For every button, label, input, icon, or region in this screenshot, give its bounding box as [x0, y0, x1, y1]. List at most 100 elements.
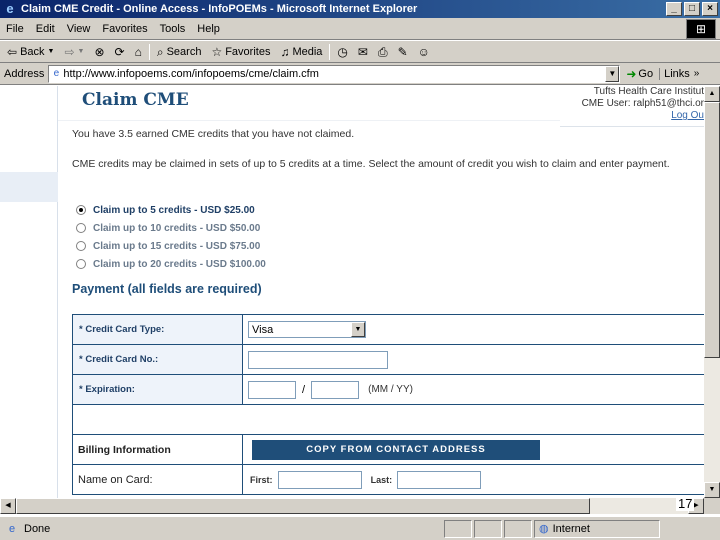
- option-label: Claim up to 20 credits - USD $100.00: [93, 258, 266, 270]
- scroll-left-button[interactable]: ◀: [0, 498, 16, 514]
- edit-button[interactable]: ✎: [393, 42, 413, 62]
- history-button[interactable]: ◷: [332, 42, 352, 62]
- option-5-credits[interactable]: Claim up to 5 credits - USD $25.00: [76, 201, 266, 219]
- menu-favorites[interactable]: Favorites: [96, 23, 153, 35]
- mail-button[interactable]: ✉: [353, 42, 373, 62]
- zone-label: Internet: [552, 522, 590, 535]
- page-icon: e: [53, 68, 60, 79]
- exp-year-input[interactable]: [311, 380, 360, 399]
- option-label: Claim up to 5 credits - USD $25.00: [93, 204, 255, 216]
- window-controls: _ □ ×: [666, 2, 718, 16]
- forward-arrow-icon: ⇨: [64, 44, 75, 59]
- option-20-credits[interactable]: Claim up to 20 credits - USD $100.00: [76, 255, 266, 273]
- menu-file[interactable]: File: [0, 23, 30, 35]
- option-10-credits[interactable]: Claim up to 10 credits - USD $50.00: [76, 219, 266, 237]
- option-label: Claim up to 15 credits - USD $75.00: [93, 240, 261, 252]
- billing-label: Billing Information: [72, 434, 243, 465]
- favorites-icon: ☆: [211, 44, 223, 59]
- card-number-input[interactable]: [248, 350, 388, 369]
- go-button[interactable]: ➜ Go: [620, 67, 659, 81]
- billing-cell: COPY FROM CONTACT ADDRESS: [242, 434, 704, 465]
- card-type-select[interactable]: Visa ▼: [248, 321, 366, 338]
- refresh-icon: ⟳: [114, 44, 125, 59]
- address-dropdown-button[interactable]: ▼: [605, 65, 620, 82]
- card-number-label: * Credit Card No.:: [72, 344, 243, 375]
- horizontal-scroll-thumb[interactable]: [16, 498, 590, 514]
- globe-icon: ◍: [539, 523, 549, 535]
- search-icon: ⌕: [156, 44, 164, 59]
- option-15-credits[interactable]: Claim up to 15 credits - USD $75.00: [76, 237, 266, 255]
- toolbar-separator: [329, 43, 331, 60]
- go-arrow-icon: ➜: [626, 66, 637, 81]
- logout-link[interactable]: Log Ou: [562, 110, 704, 122]
- maximize-button[interactable]: □: [684, 2, 700, 16]
- credit-options: Claim up to 5 credits - USD $25.00 Claim…: [76, 201, 266, 273]
- mail-icon: ✉: [357, 44, 368, 59]
- media-label: Media: [292, 45, 323, 58]
- exp-month-input[interactable]: [248, 380, 296, 399]
- edit-icon: ✎: [397, 44, 408, 59]
- radio-button[interactable]: [76, 205, 86, 215]
- home-icon: ⌂: [134, 44, 142, 59]
- copy-address-button[interactable]: COPY FROM CONTACT ADDRESS: [252, 439, 540, 460]
- menu-edit[interactable]: Edit: [30, 23, 61, 35]
- institution-box: Tufts Health Care Institut CME User: ral…: [562, 86, 704, 122]
- first-name-label: First:: [250, 474, 273, 485]
- radio-button[interactable]: [76, 241, 86, 251]
- card-type-label: * Credit Card Type:: [72, 314, 243, 345]
- card-type-value: Visa: [252, 323, 274, 336]
- left-nav-strip: [0, 86, 58, 498]
- first-name-input[interactable]: [277, 470, 362, 489]
- name-row: Name on Card: First: Last:: [72, 464, 704, 495]
- media-button[interactable]: ♫ Media: [275, 42, 327, 62]
- menu-view[interactable]: View: [61, 23, 97, 35]
- back-button[interactable]: ⇦ Back ▼: [2, 42, 59, 62]
- status-pane: [444, 519, 472, 538]
- address-input[interactable]: e http://www.infopoems.com/infopoems/cme…: [48, 64, 621, 83]
- minimize-button[interactable]: _: [666, 2, 682, 16]
- name-on-card-label: Name on Card:: [72, 464, 243, 495]
- last-name-input[interactable]: [397, 470, 482, 489]
- window-title: Claim CME Credit - Online Access - InfoP…: [21, 3, 418, 15]
- expiration-cell: / (MM / YY): [242, 374, 704, 405]
- favorites-label: Favorites: [225, 45, 271, 58]
- scroll-up-button[interactable]: ▲: [704, 86, 720, 102]
- media-icon: ♫: [280, 44, 290, 59]
- divider: [58, 120, 560, 121]
- back-label: Back: [20, 45, 45, 58]
- radio-button[interactable]: [76, 223, 86, 233]
- menu-tools[interactable]: Tools: [154, 23, 192, 35]
- chevron-down-icon[interactable]: ▼: [351, 322, 365, 337]
- search-button[interactable]: ⌕ Search: [152, 42, 207, 62]
- last-name-label: Last:: [370, 474, 393, 485]
- print-icon: ⎙: [377, 44, 388, 59]
- forward-button[interactable]: ⇨ ▼: [59, 42, 89, 62]
- status-text: Done: [24, 522, 51, 535]
- horizontal-scrollbar[interactable]: ◀ ▶: [0, 498, 704, 514]
- name-cell: First: Last:: [242, 464, 704, 495]
- menu-help[interactable]: Help: [191, 23, 226, 35]
- payment-heading: Payment (all fields are required): [72, 282, 262, 296]
- back-arrow-icon: ⇦: [7, 44, 18, 59]
- toolbar: ⇦ Back ▼ ⇨ ▼ ⊗ ⟳ ⌂ ⌕ Search ☆ Favorites …: [0, 41, 720, 63]
- links-button[interactable]: Links: [659, 67, 694, 80]
- expiration-label: * Expiration:: [72, 374, 243, 405]
- close-button[interactable]: ×: [702, 2, 718, 16]
- address-url[interactable]: http://www.infopoems.com/infopoems/cme/c…: [63, 68, 605, 80]
- vertical-scroll-thumb[interactable]: [704, 102, 720, 358]
- scroll-down-button[interactable]: ▼: [704, 482, 720, 498]
- chevron-right-icon[interactable]: »: [694, 68, 700, 79]
- dropdown-arrow-icon: ▼: [47, 47, 55, 55]
- dropdown-arrow-icon: ▼: [77, 47, 85, 55]
- stop-button[interactable]: ⊗: [89, 42, 109, 62]
- card-type-cell: Visa ▼: [242, 314, 704, 345]
- address-label: Address: [4, 67, 45, 80]
- radio-button[interactable]: [76, 259, 86, 269]
- refresh-button[interactable]: ⟳: [110, 42, 130, 62]
- vertical-scrollbar[interactable]: ▲ ▼: [704, 86, 720, 498]
- scrollbar-corner: [704, 498, 720, 514]
- favorites-button[interactable]: ☆ Favorites: [206, 42, 275, 62]
- print-button[interactable]: ⎙: [373, 42, 393, 62]
- discuss-button[interactable]: ☺: [413, 42, 435, 62]
- home-button[interactable]: ⌂: [130, 42, 147, 62]
